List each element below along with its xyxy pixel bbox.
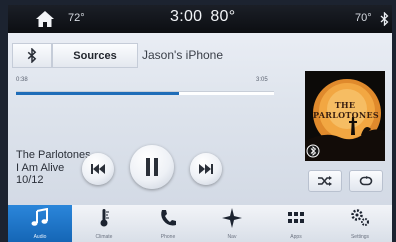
bluetooth-icon [27,48,37,63]
bluetooth-source-indicator[interactable] [12,43,52,68]
outside-temperature: 72° [68,12,85,24]
shuffle-icon [318,176,332,186]
home-icon[interactable] [35,10,55,28]
nav-item-settings[interactable]: Settings [328,205,392,242]
pause-icon [146,158,158,176]
nav-label: Climate [95,234,113,240]
compass-star-icon [222,208,242,228]
music-note-icon [31,208,48,226]
apps-grid-icon [288,212,304,223]
elapsed-time: 0:38 [16,77,28,83]
bottom-navigation: Audio Climate Phone Nav Apps Settings [8,205,392,242]
album-art: THE PARLOTONES [305,71,385,161]
infotainment-screen: 72° 3:00 80° 70° Sources Jason's iPhone 0… [0,0,396,242]
clock: 3:00 80° [170,8,236,25]
gears-icon [351,209,369,226]
pause-button[interactable] [130,145,174,189]
media-panel: Sources Jason's iPhone 0:38 3:05 The Par… [8,33,392,205]
nav-item-phone[interactable]: Phone [136,205,200,242]
nav-label: Phone [160,234,176,240]
previous-track-icon [91,164,105,174]
progress-fill [16,92,179,95]
nav-item-nav[interactable]: Nav [200,205,264,242]
climate-temperature: 70° [355,12,372,24]
artist-name: The Parlotones [16,149,91,161]
nav-item-audio[interactable]: Audio [8,205,72,242]
nav-label: Nav [227,234,237,240]
track-number: 10/12 [16,174,44,186]
nav-label: Settings [350,234,370,240]
nav-item-climate[interactable]: Climate [72,205,136,242]
device-name: Jason's iPhone [142,48,224,62]
thermometer-icon [100,209,109,227]
nav-item-apps[interactable]: Apps [264,205,328,242]
shuffle-button[interactable] [308,170,342,192]
sources-button[interactable]: Sources [52,43,138,68]
bluetooth-icon [380,12,389,26]
nav-label: Apps [290,234,302,240]
total-time: 3:05 [256,77,268,83]
nav-label: Audio [33,234,47,240]
next-track-icon [199,164,213,174]
album-title: THE PARLOTONES [313,100,379,120]
progress-bar[interactable] [16,91,274,95]
repeat-button[interactable] [349,170,383,192]
status-bar: 72° 3:00 80° 70° [8,5,392,33]
cabin-temperature: 80° [210,8,236,25]
previous-track-button[interactable] [82,153,114,185]
next-track-button[interactable] [190,153,222,185]
repeat-icon [359,176,373,186]
track-title: I Am Alive [16,162,65,174]
phone-icon [161,210,176,226]
